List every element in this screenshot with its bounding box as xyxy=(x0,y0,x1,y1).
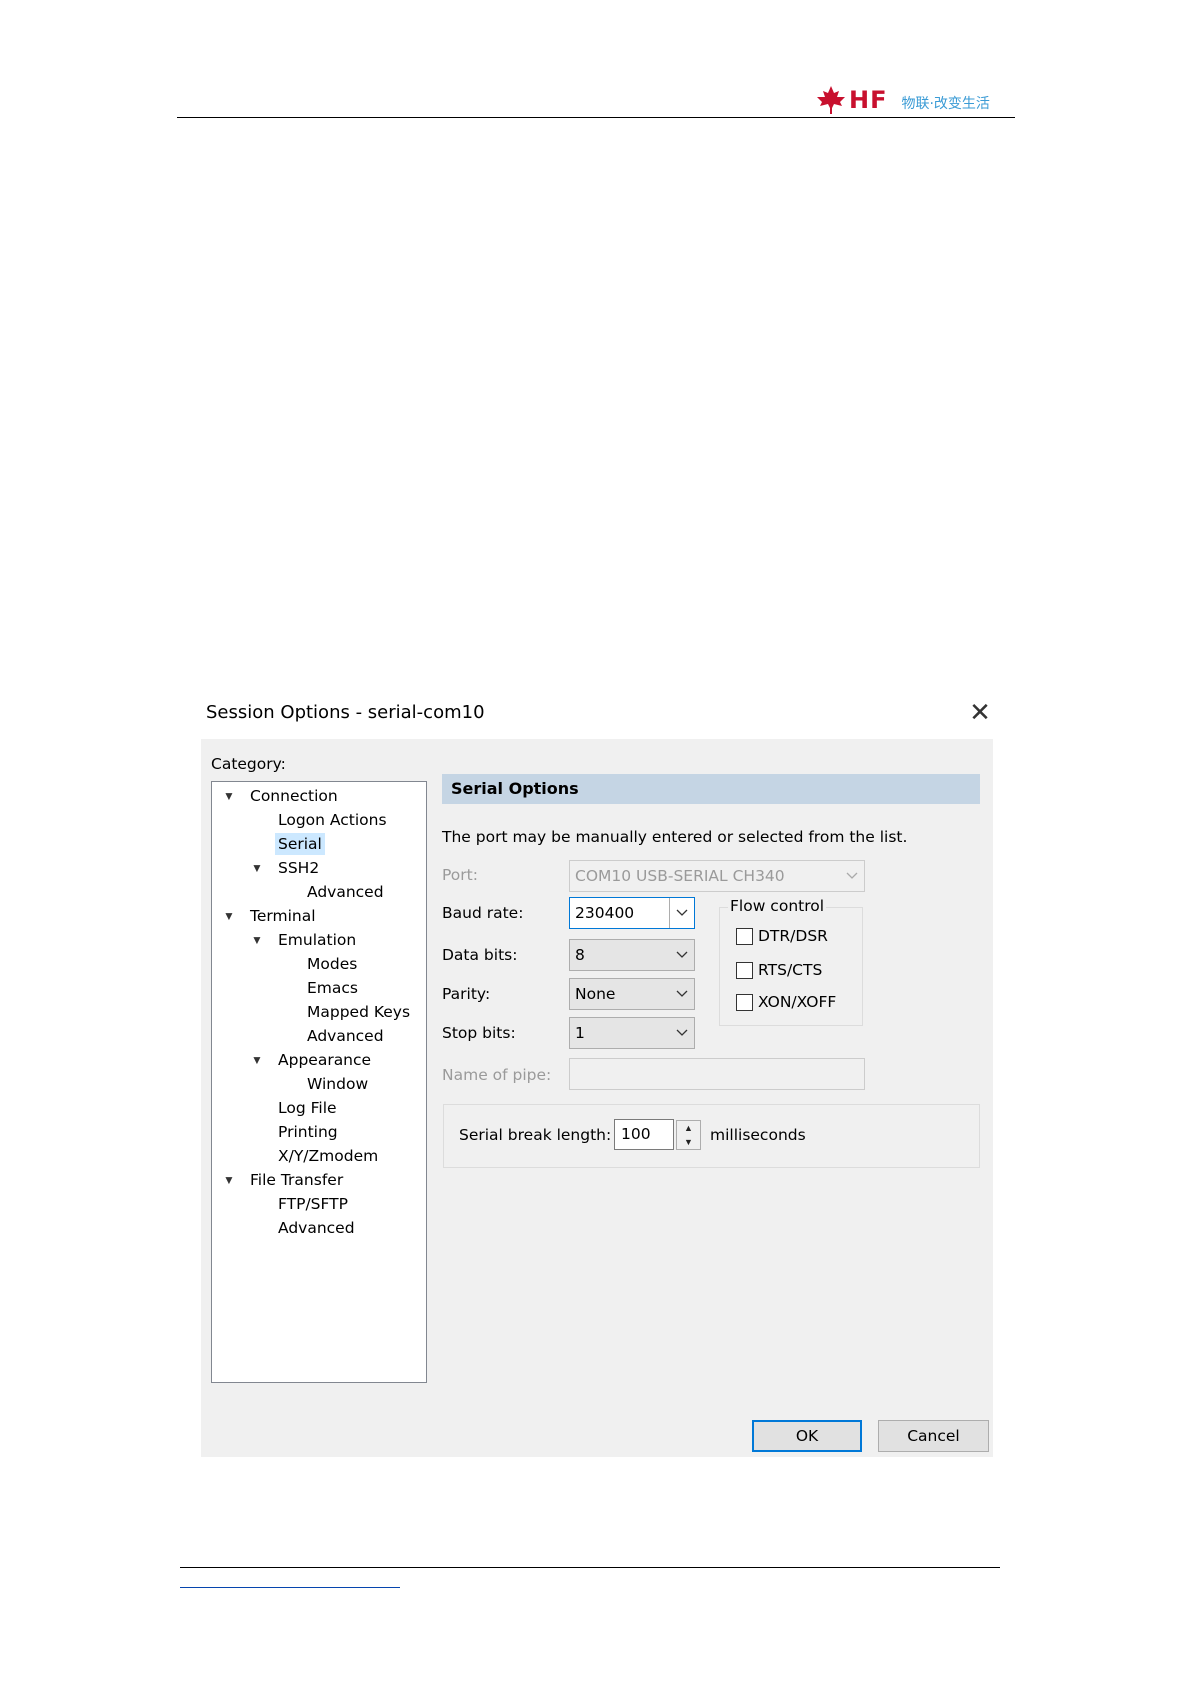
data-bits-value: 8 xyxy=(575,946,585,964)
stop-bits-label: Stop bits: xyxy=(442,1024,516,1042)
serial-break-value[interactable]: 100 xyxy=(621,1125,651,1143)
serial-break-label: Serial break length: xyxy=(459,1126,612,1144)
tree-item-ssh2[interactable]: SSH2 xyxy=(275,857,322,879)
rts-cts-checkbox[interactable] xyxy=(736,962,753,979)
data-bits-select[interactable]: 8 xyxy=(569,939,695,971)
description-text: The port may be manually entered or sele… xyxy=(442,828,908,846)
tree-item-emacs[interactable]: Emacs xyxy=(304,977,361,999)
tree-item-file-transfer-advanced[interactable]: Advanced xyxy=(275,1217,358,1239)
chevron-down-icon xyxy=(676,990,688,997)
parity-value: None xyxy=(575,985,616,1003)
dialog-title: Session Options - serial-com10 xyxy=(206,702,485,723)
xon-xoff-checkbox[interactable] xyxy=(736,994,753,1011)
chevron-down-icon[interactable]: ▼ xyxy=(250,1053,264,1067)
flow-control-label: Flow control xyxy=(728,897,827,915)
dtr-dsr-checkbox[interactable] xyxy=(736,928,753,945)
chevron-down-icon xyxy=(676,1029,688,1036)
header-rule xyxy=(177,117,1015,118)
port-label: Port: xyxy=(442,866,478,884)
pipe-label: Name of pipe: xyxy=(442,1066,552,1084)
milliseconds-label: milliseconds xyxy=(710,1126,806,1144)
parity-label: Parity: xyxy=(442,985,491,1003)
logo-text: HF xyxy=(849,86,888,114)
chevron-down-icon[interactable] xyxy=(669,898,694,928)
chevron-down-icon[interactable]: ▼ xyxy=(222,1173,236,1187)
category-label: Category: xyxy=(211,755,286,773)
baud-rate-value[interactable]: 230400 xyxy=(575,904,634,922)
company-logo: HF 物联·改变生活 xyxy=(815,84,990,116)
ok-button[interactable]: OK xyxy=(752,1420,862,1452)
serial-break-spinner[interactable]: ▲ ▼ xyxy=(676,1120,701,1150)
chevron-down-icon[interactable]: ▼ xyxy=(250,861,264,875)
tree-item-emulation[interactable]: Emulation xyxy=(275,929,359,951)
chevron-down-icon[interactable]: ▼ xyxy=(222,909,236,923)
spin-up-icon[interactable]: ▲ xyxy=(677,1121,700,1135)
chevron-down-icon xyxy=(676,951,688,958)
footer-rule xyxy=(180,1567,1000,1568)
tree-item-ftp-sftp[interactable]: FTP/SFTP xyxy=(275,1193,351,1215)
rts-cts-label[interactable]: RTS/CTS xyxy=(758,961,822,979)
xon-xoff-label[interactable]: XON/XOFF xyxy=(758,993,836,1011)
baud-rate-label: Baud rate: xyxy=(442,904,524,922)
footer-link-underline[interactable] xyxy=(180,1587,400,1588)
logo-slogan: 物联·改变生活 xyxy=(901,96,990,112)
category-tree[interactable]: ▼ Connection Logon Actions Serial ▼ SSH2… xyxy=(211,781,427,1383)
baud-rate-combobox[interactable]: 230400 xyxy=(569,897,695,929)
tree-item-serial[interactable]: Serial xyxy=(275,833,325,855)
tree-item-printing[interactable]: Printing xyxy=(275,1121,341,1143)
maple-leaf-icon xyxy=(817,86,845,114)
stop-bits-value: 1 xyxy=(575,1024,585,1042)
port-select: COM10 USB-SERIAL CH340 xyxy=(569,860,865,892)
chevron-down-icon[interactable]: ▼ xyxy=(250,933,264,947)
tree-item-logon-actions[interactable]: Logon Actions xyxy=(275,809,390,831)
chevron-down-icon[interactable]: ▼ xyxy=(222,789,236,803)
tree-item-emulation-advanced[interactable]: Advanced xyxy=(304,1025,387,1047)
stop-bits-select[interactable]: 1 xyxy=(569,1017,695,1049)
spin-down-icon[interactable]: ▼ xyxy=(677,1135,700,1149)
pipe-name-input xyxy=(569,1058,865,1090)
tree-item-connection[interactable]: Connection xyxy=(247,785,341,807)
tree-item-window[interactable]: Window xyxy=(304,1073,371,1095)
tree-item-file-transfer[interactable]: File Transfer xyxy=(247,1169,346,1191)
dtr-dsr-label[interactable]: DTR/DSR xyxy=(758,927,828,945)
cancel-button[interactable]: Cancel xyxy=(878,1420,989,1452)
tree-item-appearance[interactable]: Appearance xyxy=(275,1049,374,1071)
serial-break-input[interactable]: 100 xyxy=(614,1119,674,1150)
port-value: COM10 USB-SERIAL CH340 xyxy=(575,867,785,885)
close-icon[interactable]: ✕ xyxy=(966,700,994,728)
tree-item-terminal[interactable]: Terminal xyxy=(247,905,319,927)
chevron-down-icon xyxy=(846,872,858,879)
parity-select[interactable]: None xyxy=(569,978,695,1010)
section-header: Serial Options xyxy=(442,774,980,804)
data-bits-label: Data bits: xyxy=(442,946,518,964)
tree-item-ssh2-advanced[interactable]: Advanced xyxy=(304,881,387,903)
tree-item-xyzmodem[interactable]: X/Y/Zmodem xyxy=(275,1145,381,1167)
tree-item-modes[interactable]: Modes xyxy=(304,953,360,975)
section-title: Serial Options xyxy=(451,779,579,798)
tree-item-mapped-keys[interactable]: Mapped Keys xyxy=(304,1001,413,1023)
tree-item-log-file[interactable]: Log File xyxy=(275,1097,340,1119)
